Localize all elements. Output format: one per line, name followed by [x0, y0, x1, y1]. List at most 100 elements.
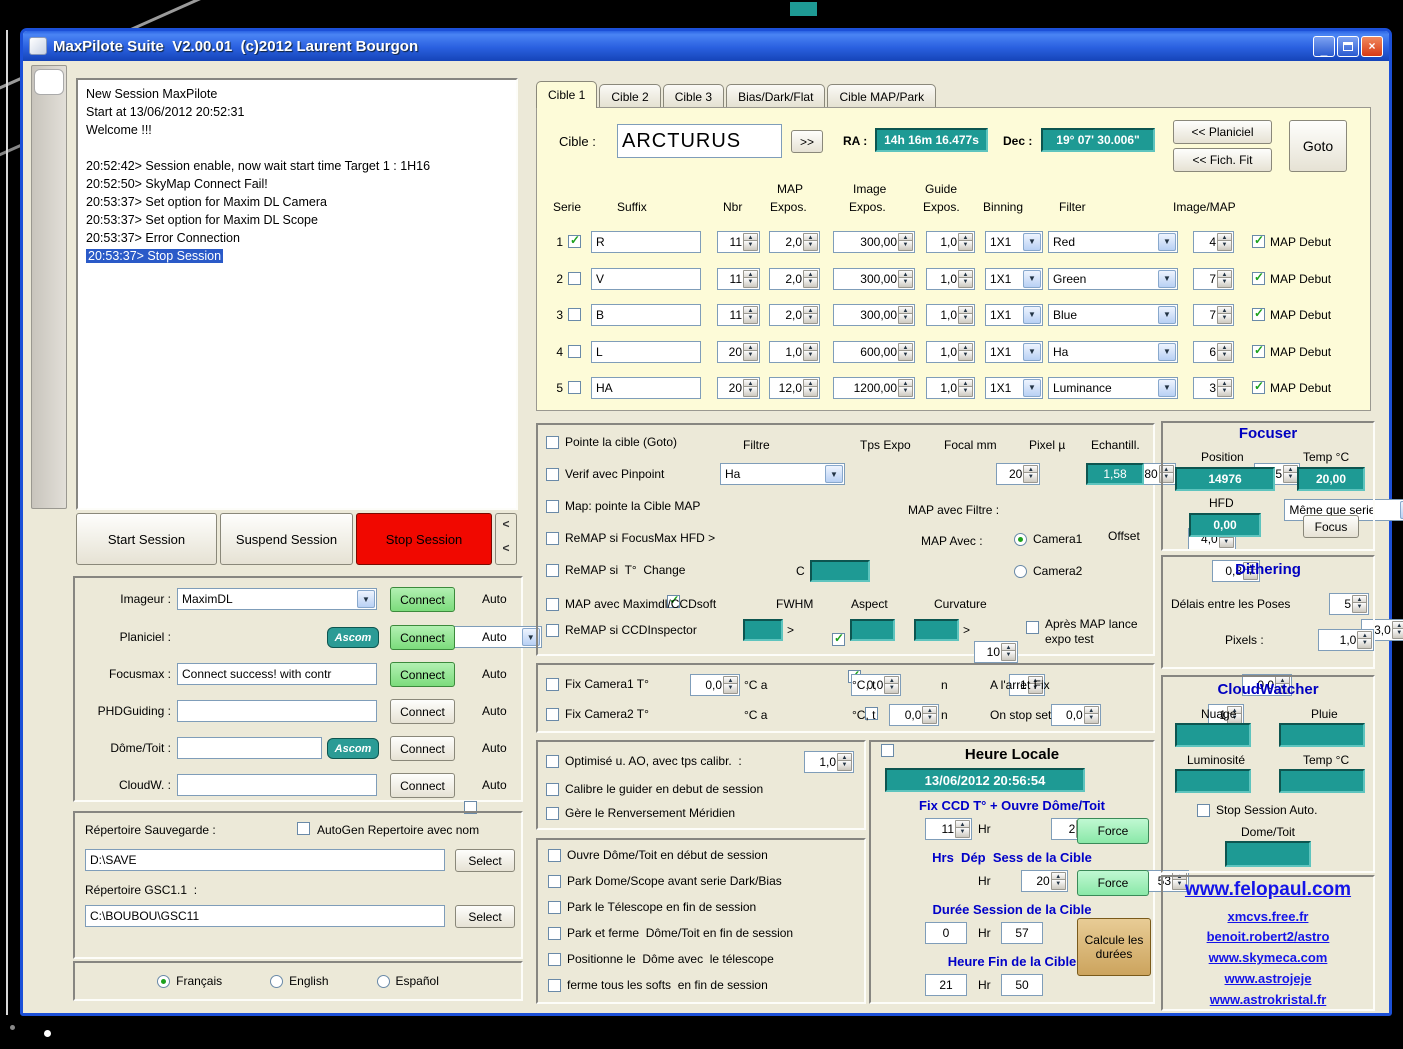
autogen-checkbox[interactable]	[297, 822, 310, 835]
renversement-checkbox[interactable]	[546, 806, 559, 820]
remap-t-checkbox[interactable]	[546, 563, 559, 577]
curvature-threshold-spinner[interactable]: 10	[974, 641, 1018, 663]
fich-fit-button[interactable]: << Fich. Fit	[1173, 148, 1272, 172]
dome-connect-button[interactable]: Connect	[390, 736, 455, 761]
map-expos-spinner[interactable]: 2,0	[769, 267, 820, 290]
camera1-radio[interactable]	[1014, 532, 1027, 546]
lang-espanol[interactable]: Español	[376, 974, 439, 988]
ouvre-dome-checkbox[interactable]	[548, 848, 561, 862]
image-expos-spinner[interactable]: 600,00	[833, 340, 915, 363]
suffix-field[interactable]: L	[591, 340, 701, 363]
guide-expos-spinner[interactable]: 1,0	[926, 267, 975, 290]
image-map-spinner[interactable]: 7	[1193, 267, 1234, 290]
filter-select[interactable]: Ha	[1048, 340, 1178, 363]
image-map-spinner[interactable]: 6	[1193, 340, 1234, 363]
map-expos-spinner[interactable]: 2,0	[769, 230, 820, 253]
link-astrokristal[interactable]: www.astrokristal.fr	[1210, 992, 1327, 1007]
focus-button[interactable]: Focus	[1303, 515, 1359, 538]
optimise-ao-checkbox[interactable]	[546, 754, 559, 768]
focusmax-status-field[interactable]: Connect success! with contr	[177, 663, 377, 685]
fix-hour-spinner[interactable]: 11	[925, 818, 972, 840]
link-xmcvs[interactable]: xmcvs.free.fr	[1228, 909, 1309, 924]
cam2-temp2-spinner[interactable]: 0,0	[1050, 704, 1101, 726]
close-button[interactable]: ×	[1361, 35, 1383, 57]
link-skymeca[interactable]: www.skymeca.com	[1209, 950, 1328, 965]
side-collapsed-panel[interactable]	[31, 65, 67, 509]
imageur-connect-button[interactable]: Connect	[390, 587, 455, 612]
park-dome-darkbias-checkbox[interactable]	[548, 874, 561, 888]
remap-ccd-checkbox[interactable]	[546, 623, 559, 637]
map-debut-checkbox[interactable]	[1252, 271, 1265, 285]
target-name-field[interactable]: ARCTURUS	[617, 124, 782, 158]
pixels-spinner[interactable]: 1,0	[1318, 629, 1375, 651]
fix-camera2-checkbox[interactable]	[546, 707, 559, 721]
cam1-temp-spinner[interactable]: 0,0	[690, 674, 740, 696]
nbr-spinner[interactable]: 20	[717, 340, 760, 363]
image-expos-spinner[interactable]: 300,00	[833, 267, 915, 290]
map-debut-checkbox[interactable]	[1252, 307, 1265, 321]
pointe-cible-checkbox[interactable]	[546, 435, 559, 449]
map-pointe-checkbox[interactable]	[546, 499, 559, 513]
filter-select[interactable]: Green	[1048, 267, 1178, 290]
map-expos-spinner[interactable]: 2,0	[769, 303, 820, 326]
english-radio[interactable]	[270, 974, 284, 988]
tab-cible-1[interactable]: Cible 1	[536, 81, 598, 108]
planiciel-button[interactable]: << Planiciel	[1173, 120, 1272, 144]
francais-radio[interactable]	[157, 974, 171, 988]
remap-hfd-checkbox[interactable]	[546, 531, 559, 545]
collapse-left-icon[interactable]: <	[502, 517, 509, 531]
filter-select[interactable]: Red	[1048, 230, 1178, 253]
panel-collapse-strip[interactable]: < <	[495, 513, 517, 565]
espanol-radio[interactable]	[376, 974, 390, 988]
serie-enable-checkbox[interactable]	[568, 272, 581, 285]
stop-session-button[interactable]: Stop Session	[356, 513, 492, 565]
gsc-select-button[interactable]: Select	[455, 905, 515, 928]
filter-select[interactable]: Blue	[1048, 303, 1178, 326]
calibr-spinner[interactable]: 1,0	[804, 751, 854, 773]
image-expos-spinner[interactable]: 300,00	[833, 230, 915, 253]
suffix-field[interactable]: HA	[591, 376, 701, 399]
session-log[interactable]: New Session MaxPilote Start at 13/06/201…	[76, 78, 518, 510]
save-path-field[interactable]: D:\SAVE	[85, 849, 445, 871]
log-line-selected[interactable]: 20:53:37> Stop Session	[86, 249, 224, 263]
nbr-spinner[interactable]: 11	[717, 230, 760, 253]
map-maximdl-checkbox[interactable]	[546, 597, 559, 611]
map-debut-checkbox[interactable]	[1252, 234, 1265, 248]
lang-english[interactable]: English	[270, 974, 329, 988]
minimize-button[interactable]: _	[1313, 35, 1335, 57]
save-select-button[interactable]: Select	[455, 849, 515, 872]
link-benoit[interactable]: benoit.robert2/astro	[1207, 929, 1330, 944]
gsc-path-field[interactable]: C:\BOUBOU\GSC11	[85, 905, 445, 927]
focusmax-connect-button[interactable]: Connect	[390, 662, 455, 687]
suspend-session-button[interactable]: Suspend Session	[220, 513, 353, 565]
delais-spinner[interactable]: 5	[1329, 593, 1369, 615]
stop-session-auto-checkbox[interactable]	[1197, 803, 1210, 817]
camera2-radio[interactable]	[1014, 564, 1027, 578]
ferme-softs-checkbox[interactable]	[548, 978, 561, 992]
map-expos-spinner[interactable]: 1,0	[769, 340, 820, 363]
image-map-spinner[interactable]: 3	[1193, 376, 1234, 399]
title-bar[interactable]: MaxPilote Suite V2.00.01 (c)2012 Laurent…	[23, 31, 1389, 61]
apres-map-checkbox[interactable]	[1026, 621, 1039, 634]
calibre-guider-checkbox[interactable]	[546, 782, 559, 796]
guide-expos-spinner[interactable]: 1,0	[926, 303, 975, 326]
park-ferme-dome-checkbox[interactable]	[548, 926, 561, 940]
suffix-field[interactable]: V	[591, 267, 701, 290]
binning-select[interactable]: 1X1	[985, 230, 1043, 253]
image-expos-spinner[interactable]: 1200,00	[833, 376, 915, 399]
tab-cible-2[interactable]: Cible 2	[599, 84, 661, 108]
image-map-spinner[interactable]: 7	[1193, 303, 1234, 326]
collapse-left-icon[interactable]: <	[502, 541, 509, 555]
pinpoint-filtre-select[interactable]: Ha	[720, 463, 845, 485]
binning-select[interactable]: 1X1	[985, 340, 1043, 363]
guide-expos-spinner[interactable]: 1,0	[926, 340, 975, 363]
cloudw-field[interactable]	[177, 774, 377, 796]
phdguiding-field[interactable]	[177, 700, 377, 722]
dome-field[interactable]	[177, 737, 322, 759]
maximize-button[interactable]	[1337, 35, 1359, 57]
serie-enable-checkbox[interactable]	[568, 234, 581, 248]
suffix-field[interactable]: R	[591, 230, 701, 253]
dep-hour-spinner[interactable]: 20	[1020, 870, 1068, 892]
goto-button[interactable]: Goto	[1289, 120, 1347, 172]
positionne-dome-checkbox[interactable]	[548, 952, 561, 966]
